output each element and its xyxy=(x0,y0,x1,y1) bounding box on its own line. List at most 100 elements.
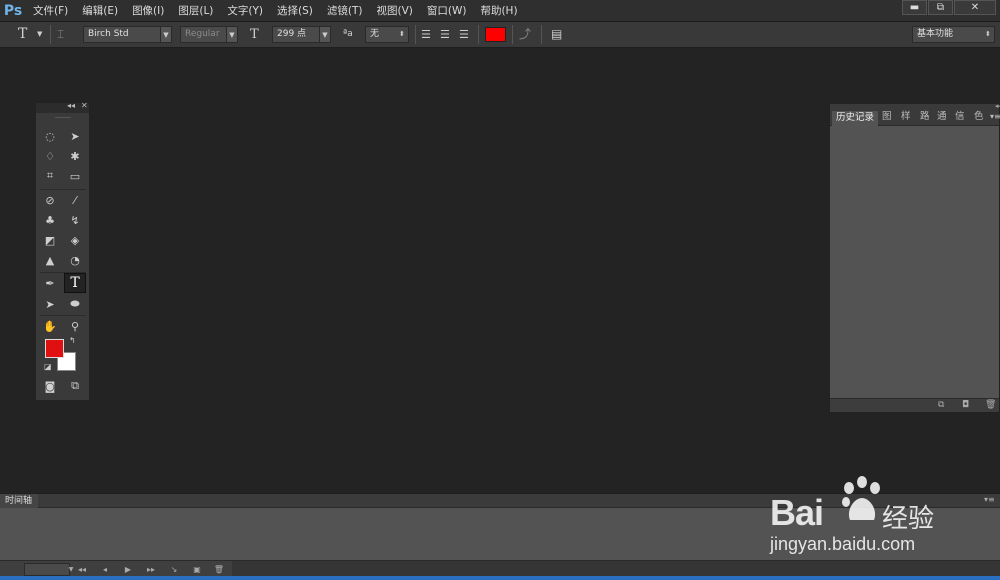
updown-icon: ⬍ xyxy=(399,30,405,38)
font-size-input[interactable]: 299 点 xyxy=(272,26,320,43)
tab-styles[interactable]: 样 xyxy=(901,110,911,126)
previous-frame-icon[interactable]: ◂ xyxy=(96,563,114,576)
next-frame-icon[interactable]: ▸▸ xyxy=(142,563,160,576)
font-style-select[interactable]: Regular xyxy=(180,26,227,43)
menu-bar: Ps 文件(F) 编辑(E) 图像(I) 图层(L) 文字(Y) 选择(S) 滤… xyxy=(0,0,1000,22)
separator xyxy=(478,25,479,44)
updown-icon: ⬍ xyxy=(985,30,991,38)
separator xyxy=(512,25,513,44)
ellipse-shape-icon[interactable]: ⬬ xyxy=(65,295,85,313)
menu-layer[interactable]: 图层(L) xyxy=(171,0,220,22)
baidu-watermark: Bai 经验 jingyan.baidu.com xyxy=(770,470,970,570)
ruler-icon[interactable]: ▭ xyxy=(65,167,85,185)
tab-channels[interactable]: 通 xyxy=(937,110,947,126)
font-size-icon: T xyxy=(250,27,259,42)
close-button[interactable]: ✕ xyxy=(954,0,996,15)
delete-trash-icon[interactable]: 🗑 xyxy=(985,400,996,410)
separator xyxy=(541,25,542,44)
workspace-select[interactable]: 基本功能 xyxy=(912,26,995,43)
panel-collapse-icon[interactable]: ◂◂ xyxy=(995,102,1000,110)
separator xyxy=(415,25,416,44)
ps-logo: Ps xyxy=(3,2,23,19)
snapshot-camera-icon[interactable]: ◘ xyxy=(962,400,969,410)
text-orientation-icon[interactable]: ⌶ xyxy=(57,25,64,44)
tab-color[interactable]: 色 xyxy=(974,110,984,126)
collapse-icon[interactable]: ◂◂ xyxy=(67,101,75,110)
eraser-icon[interactable]: ◩ xyxy=(40,231,60,249)
tools-panel: ◂◂ ✕ ◌ ➤ ♢ ✱ ⌗ ▭ ⊘ ⁄ ♣ ↯ ◩ ◈ ▲ ◔ ✒ T ➤ ⬬… xyxy=(35,101,90,401)
antialias-icon: ªa xyxy=(343,29,353,39)
separator xyxy=(40,189,86,190)
history-brush-icon[interactable]: ↯ xyxy=(65,211,85,229)
menu-type[interactable]: 文字(Y) xyxy=(220,0,270,22)
foreground-color-swatch[interactable] xyxy=(45,339,64,358)
panel-menu-icon[interactable]: ▾≡ xyxy=(990,110,1000,126)
tab-paths[interactable]: 路 xyxy=(920,110,930,126)
swap-colors-icon[interactable]: ↰ xyxy=(69,336,76,345)
paint-bucket-icon[interactable]: ◈ xyxy=(65,231,85,249)
paw-logo-icon xyxy=(842,476,880,520)
chevron-down-icon[interactable]: ▼ xyxy=(319,26,331,43)
lasso-icon[interactable]: ♢ xyxy=(40,147,60,165)
dodge-icon[interactable]: ◔ xyxy=(65,251,85,269)
tab-history[interactable]: 历史记录 xyxy=(832,111,879,126)
crop-icon[interactable]: ⌗ xyxy=(40,167,60,185)
font-family-select[interactable]: Birch Std xyxy=(83,26,161,43)
first-frame-icon[interactable]: ◂◂ xyxy=(73,563,91,576)
screen-mode-icon[interactable]: ⧉ xyxy=(65,377,85,395)
history-panel-footer: ⧉ ◘ 🗑 xyxy=(830,398,999,412)
align-center-icon[interactable]: ☰ xyxy=(440,25,450,44)
tab-timeline[interactable]: 时间轴 xyxy=(0,494,38,508)
history-panel: 历史记录 图 样 路 通 信 色 ▾≡ ⧉ ◘ 🗑 xyxy=(829,103,1000,413)
path-selection-icon[interactable]: ➤ xyxy=(40,295,60,313)
duplicate-frame-icon[interactable]: ▣ xyxy=(188,563,206,576)
tools-panel-header[interactable]: ◂◂ ✕ xyxy=(36,101,89,113)
pen-icon[interactable]: ✒ xyxy=(40,274,60,292)
play-icon[interactable]: ▶ xyxy=(119,563,137,576)
watermark-url: jingyan.baidu.com xyxy=(770,534,916,554)
hand-icon[interactable]: ✋ xyxy=(40,317,60,335)
tool-preset-arrow-icon[interactable]: ▼ xyxy=(37,25,42,44)
chevron-down-icon[interactable]: ▼ xyxy=(226,26,238,43)
menu-window[interactable]: 窗口(W) xyxy=(420,0,474,22)
menu-help[interactable]: 帮助(H) xyxy=(473,0,524,22)
menu-edit[interactable]: 编辑(E) xyxy=(75,0,125,22)
default-colors-icon[interactable]: ◪ xyxy=(44,362,52,371)
grip[interactable] xyxy=(55,117,71,118)
menu-file[interactable]: 文件(F) xyxy=(26,0,75,22)
delete-frame-icon[interactable]: 🗑 xyxy=(210,563,228,576)
character-panel-icon[interactable]: ▤ xyxy=(551,25,562,44)
blur-icon[interactable]: ▲ xyxy=(40,251,60,269)
watermark-brand-cn: 经验 xyxy=(882,504,935,534)
clone-stamp-icon[interactable]: ♣ xyxy=(40,211,60,229)
type-tool-icon[interactable]: T xyxy=(18,25,27,44)
type-tool-icon[interactable]: T xyxy=(64,273,86,293)
healing-brush-icon[interactable]: ⊘ xyxy=(40,191,60,209)
chevron-down-icon[interactable]: ▼ xyxy=(160,26,172,43)
text-color-swatch[interactable] xyxy=(485,27,506,42)
menu-image[interactable]: 图像(I) xyxy=(125,0,171,22)
menu-view[interactable]: 视图(V) xyxy=(369,0,419,22)
separator xyxy=(40,315,86,316)
move-tool-icon[interactable]: ➤ xyxy=(65,127,85,145)
close-icon[interactable]: ✕ xyxy=(81,101,88,110)
menu-select[interactable]: 选择(S) xyxy=(270,0,320,22)
magic-wand-icon[interactable]: ✱ xyxy=(65,147,85,165)
warp-text-icon[interactable]: ⤴ xyxy=(519,25,531,44)
zoom-icon[interactable]: ⚲ xyxy=(65,317,85,335)
marquee-ellipse-icon[interactable]: ◌ xyxy=(40,127,60,145)
restore-button[interactable]: ⧉ xyxy=(928,0,953,15)
quick-mask-icon[interactable]: ◙ xyxy=(40,377,60,395)
separator xyxy=(50,25,51,44)
brush-icon[interactable]: ⁄ xyxy=(65,191,85,209)
new-document-from-state-icon[interactable]: ⧉ xyxy=(938,400,944,410)
menu-filter[interactable]: 滤镜(T) xyxy=(320,0,370,22)
options-bar: T ▼ ⌶ Birch Std ▼ Regular ▼ T 299 点 ▼ ªa… xyxy=(0,22,1000,48)
tab-layer-comps[interactable]: 图 xyxy=(882,110,892,126)
align-right-icon[interactable]: ☰ xyxy=(459,25,469,44)
minimize-button[interactable]: ▬ xyxy=(902,0,927,15)
align-left-icon[interactable]: ☰ xyxy=(421,25,431,44)
tween-icon[interactable]: ↘ xyxy=(165,563,183,576)
tab-info[interactable]: 信 xyxy=(955,110,965,126)
panel-menu-icon[interactable]: ▾≡ xyxy=(984,495,995,504)
